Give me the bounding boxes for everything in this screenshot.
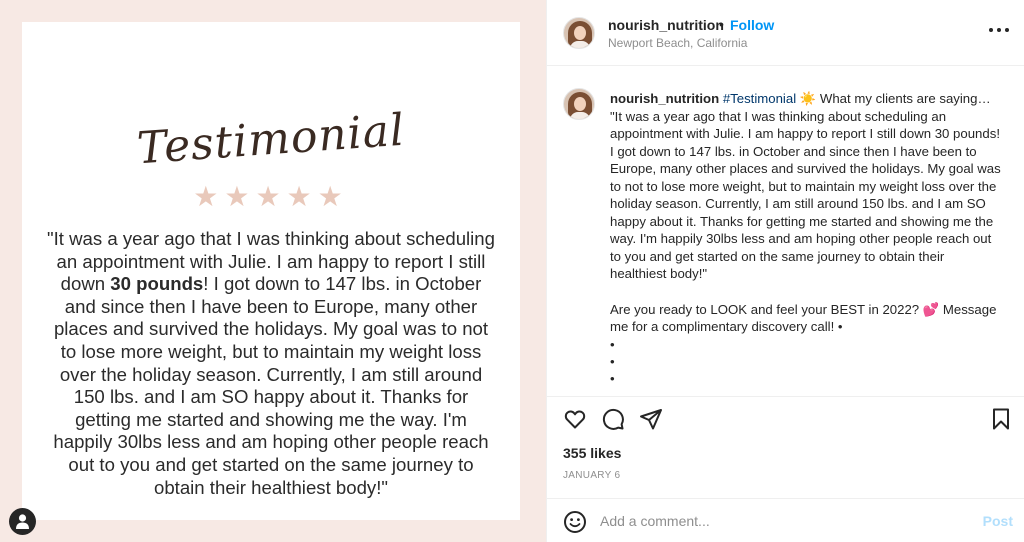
user-tag-icon[interactable] xyxy=(9,508,36,535)
heart-icon[interactable] xyxy=(563,407,587,431)
post-panel: nourish_nutrition • Follow Newport Beach… xyxy=(546,0,1024,542)
avatar[interactable] xyxy=(563,17,595,49)
post-media[interactable]: Testimonial ★★★★★ "It was a year ago tha… xyxy=(0,0,546,542)
quote-highlight: 30 pounds xyxy=(110,273,204,295)
testimonial-title: Testimonial xyxy=(135,104,407,175)
caption-username[interactable]: nourish_nutrition xyxy=(610,91,719,106)
caption-hashtag[interactable]: #Testimonial xyxy=(723,91,796,106)
hearts-emoji: 💕 xyxy=(922,301,940,317)
caption-bullet: • xyxy=(610,336,615,352)
post-header: nourish_nutrition • Follow Newport Beach… xyxy=(547,0,1024,66)
share-icon[interactable] xyxy=(639,407,663,431)
header-separator: • xyxy=(719,16,724,32)
caption-quote: "It was a year ago that I was thinking a… xyxy=(610,108,1001,282)
testimonial-card: Testimonial ★★★★★ "It was a year ago tha… xyxy=(22,22,520,520)
caption-text: nourish_nutrition #Testimonial ☀️ What m… xyxy=(610,90,1002,387)
comment-bar: Post xyxy=(547,498,1024,542)
caption-section: nourish_nutrition #Testimonial ☀️ What m… xyxy=(547,66,1024,396)
header-username[interactable]: nourish_nutrition xyxy=(608,17,724,33)
testimonial-quote: "It was a year ago that I was thinking a… xyxy=(44,228,498,499)
comment-icon[interactable] xyxy=(601,407,625,431)
caption-intro: What my clients are saying… xyxy=(819,91,991,106)
action-bar xyxy=(547,396,1024,436)
star-rating: ★★★★★ xyxy=(193,181,349,212)
post-button[interactable]: Post xyxy=(983,513,1013,529)
likes-count[interactable]: 355 likes xyxy=(563,445,621,461)
caption-cta: Are you ready to LOOK and feel your BEST… xyxy=(610,301,920,317)
caption-bullet: • xyxy=(610,370,615,386)
post-date[interactable]: JANUARY 6 xyxy=(563,470,620,481)
sun-emoji: ☀️ xyxy=(799,91,817,106)
caption-bullet: • xyxy=(610,353,615,369)
follow-button[interactable]: Follow xyxy=(730,17,774,33)
caption-avatar[interactable] xyxy=(563,88,595,120)
more-options-icon[interactable] xyxy=(989,26,1009,34)
bookmark-icon[interactable] xyxy=(989,407,1013,431)
quote-text-end: ! I got down to 147 lbs. in October and … xyxy=(53,273,489,498)
emoji-icon[interactable] xyxy=(563,510,587,534)
comment-input[interactable] xyxy=(600,512,960,530)
location-link[interactable]: Newport Beach, California xyxy=(608,36,747,50)
